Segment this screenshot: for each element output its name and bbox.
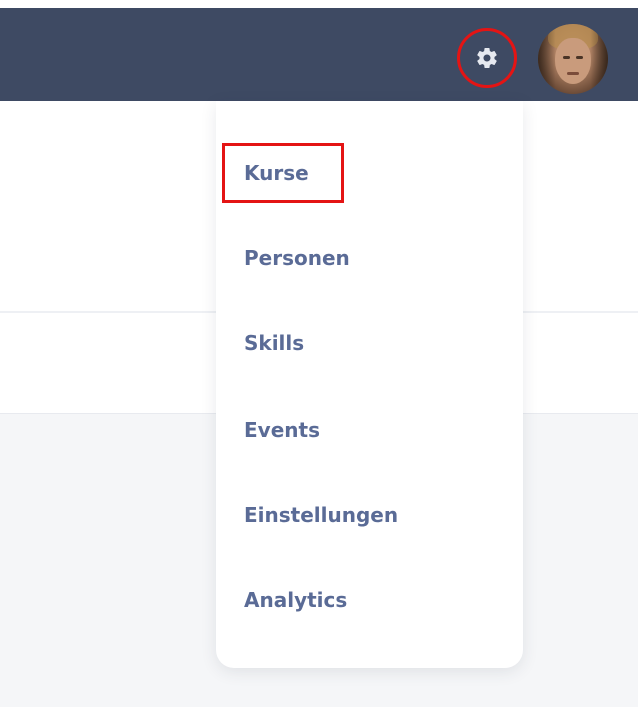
gear-icon xyxy=(475,46,499,70)
menu-item-einstellungen[interactable]: Einstellungen xyxy=(244,503,398,527)
settings-dropdown-menu: Kurse Personen Skills Events Einstellung… xyxy=(216,101,523,668)
menu-item-kurse[interactable]: Kurse xyxy=(222,143,344,203)
menu-item-skills[interactable]: Skills xyxy=(244,331,304,355)
page: Kurse Personen Skills Events Einstellung… xyxy=(0,0,638,707)
settings-button[interactable] xyxy=(457,28,517,88)
menu-item-analytics[interactable]: Analytics xyxy=(244,588,347,612)
menu-item-personen[interactable]: Personen xyxy=(244,246,350,270)
menu-item-events[interactable]: Events xyxy=(244,418,320,442)
top-navigation-bar xyxy=(0,8,638,101)
user-avatar[interactable] xyxy=(538,24,608,94)
